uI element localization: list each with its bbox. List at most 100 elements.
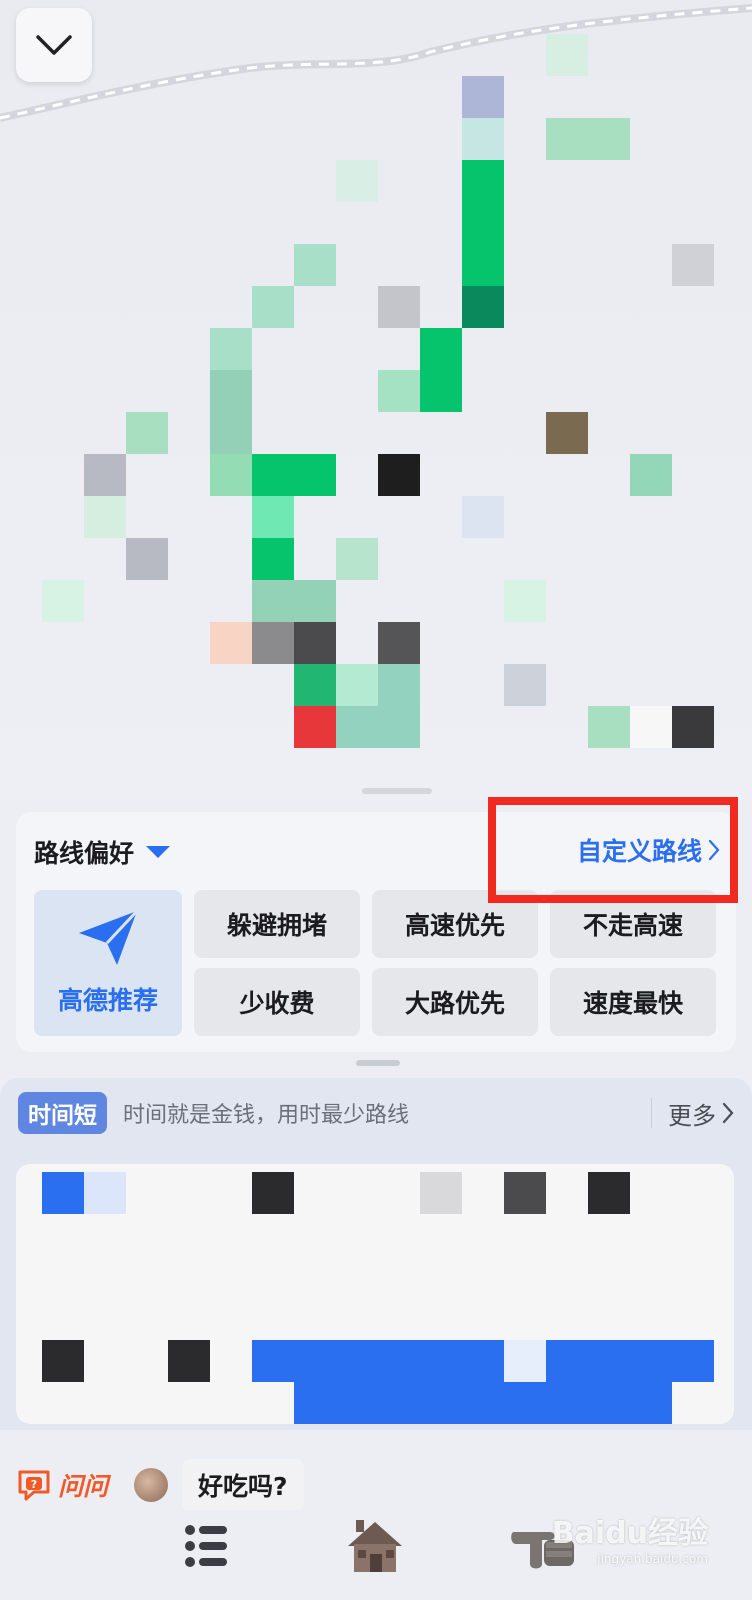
route-preference-title: 路线偏好 — [34, 839, 135, 868]
ask-question-bubble[interactable]: 好吃吗? — [182, 1459, 304, 1511]
map-mosaic-tile — [378, 454, 420, 496]
collapse-button[interactable] — [16, 8, 92, 82]
map-mosaic-tile — [588, 118, 630, 160]
map-mosaic-tile — [462, 76, 504, 118]
map-mosaic-tile — [294, 454, 336, 496]
map-mosaic-tile — [210, 622, 252, 664]
list-icon — [185, 1525, 227, 1567]
route-mosaic-tile — [252, 1340, 294, 1382]
more-link[interactable]: 更多 — [668, 1096, 734, 1131]
map-mosaic-tile — [84, 454, 126, 496]
svg-text:?: ? — [31, 1478, 37, 1491]
route-mosaic-tile — [336, 1340, 378, 1382]
route-mosaic-tile — [420, 1382, 462, 1424]
map-mosaic-tile — [546, 34, 588, 76]
map-mosaic-tile — [378, 286, 420, 328]
route-mosaic-tile — [504, 1172, 546, 1214]
map-mosaic-tile — [546, 118, 588, 160]
route-mosaic-tile — [630, 1340, 672, 1382]
map-mosaic-tile — [378, 370, 420, 412]
map-mosaic-tile — [336, 160, 378, 202]
route-mosaic-tile — [84, 1172, 126, 1214]
map-mosaic-tile — [546, 412, 588, 454]
time-short-tag: 时间短 — [18, 1092, 107, 1134]
baidu-watermark: Baidu经验 jingyan.baidu.com — [552, 1508, 708, 1566]
map-mosaic-tile — [336, 664, 378, 706]
map-mosaic-tile — [126, 412, 168, 454]
map-mosaic-tile — [210, 412, 252, 454]
nav-list-button[interactable] — [184, 1522, 228, 1574]
more-label: 更多 — [668, 1101, 716, 1130]
map-mosaic-tile — [462, 244, 504, 286]
custom-route-highlight-box — [488, 797, 738, 903]
divider — [651, 1098, 652, 1128]
ask-label: 问问 — [58, 1472, 109, 1501]
map-mosaic-tile — [210, 370, 252, 412]
route-mosaic-tile — [336, 1382, 378, 1424]
route-mosaic-tile — [420, 1340, 462, 1382]
map-mosaic-tile — [210, 454, 252, 496]
map-mosaic-tile — [672, 706, 714, 748]
map-mosaic-tile — [252, 580, 294, 622]
map-mosaic-tile — [252, 286, 294, 328]
map-mosaic-tile — [462, 118, 504, 160]
map-mosaic-tile — [294, 706, 336, 748]
map-mosaic-tile — [378, 664, 420, 706]
map-mosaic-tile — [378, 622, 420, 664]
nav-home-button[interactable] — [344, 1516, 406, 1582]
route-mosaic-tile — [378, 1340, 420, 1382]
map-mosaic-tile — [294, 622, 336, 664]
route-mosaic-tile — [462, 1340, 504, 1382]
map-mosaic-tile — [504, 580, 546, 622]
pref-option-less-toll[interactable]: 少收费 — [194, 968, 360, 1036]
route-preference-grid: 高德推荐 躲避拥堵 高速优先 不走高速 少收费 大路优先 速度最快 — [34, 890, 716, 1036]
route-mosaic-tile — [420, 1172, 462, 1214]
map-mosaic-tile — [672, 244, 714, 286]
map-mosaic-tile — [210, 328, 252, 370]
route-mosaic-tile — [42, 1172, 84, 1214]
route-summary-panel: 时间短 时间就是金钱，用时最少路线 更多 — [0, 1078, 752, 1430]
map-mosaic-tile — [630, 706, 672, 748]
map-mosaic-tile — [126, 538, 168, 580]
pref-option-recommended[interactable]: 高德推荐 — [34, 890, 182, 1036]
time-short-description: 时间就是金钱，用时最少路线 — [123, 1103, 410, 1128]
map-mosaic-tile — [462, 160, 504, 202]
map-mosaic-tile — [336, 538, 378, 580]
watermark-brand: Baidu经验 — [551, 1516, 708, 1551]
route-mosaic-tile — [294, 1382, 336, 1424]
house-icon — [348, 1520, 402, 1572]
pref-option-main-road-first[interactable]: 大路优先 — [372, 968, 538, 1036]
route-mosaic-tile — [378, 1382, 420, 1424]
map-mosaic — [42, 34, 714, 748]
route-mosaic-tile — [168, 1340, 210, 1382]
map-mosaic-tile — [294, 580, 336, 622]
route-mosaic-tile — [42, 1340, 84, 1382]
map-mosaic-tile — [504, 664, 546, 706]
route-mosaic-tile — [504, 1340, 546, 1382]
route-mosaic-tile — [504, 1382, 546, 1424]
map-mosaic-tile — [252, 454, 294, 496]
map-mosaic-tile — [294, 244, 336, 286]
route-option-mosaic — [42, 1172, 714, 1424]
map-view[interactable] — [0, 0, 752, 800]
route-mosaic-tile — [546, 1340, 588, 1382]
ask-badge: ? 问问 — [16, 1467, 108, 1503]
route-mosaic-tile — [462, 1382, 504, 1424]
route-mosaic-tile — [588, 1172, 630, 1214]
dropdown-triangle-icon — [146, 846, 171, 858]
pref-option-avoid-congestion[interactable]: 躲避拥堵 — [194, 890, 360, 958]
time-short-bar: 时间短 时间就是金钱，用时最少路线 更多 — [18, 1092, 734, 1134]
route-mosaic-tile — [588, 1340, 630, 1382]
card-handle[interactable] — [356, 1060, 400, 1066]
map-mosaic-tile — [588, 706, 630, 748]
map-mosaic-tile — [42, 580, 84, 622]
watermark-url: jingyan.baidu.com — [597, 1552, 708, 1566]
route-preference-dropdown[interactable]: 路线偏好 — [34, 834, 171, 870]
route-mosaic-tile — [588, 1382, 630, 1424]
sheet-handle[interactable] — [362, 788, 432, 794]
route-option-card[interactable] — [16, 1164, 734, 1424]
route-mosaic-tile — [252, 1172, 294, 1214]
pref-option-recommended-label: 高德推荐 — [57, 986, 158, 1015]
pref-option-fastest[interactable]: 速度最快 — [550, 968, 716, 1036]
map-mosaic-tile — [378, 706, 420, 748]
